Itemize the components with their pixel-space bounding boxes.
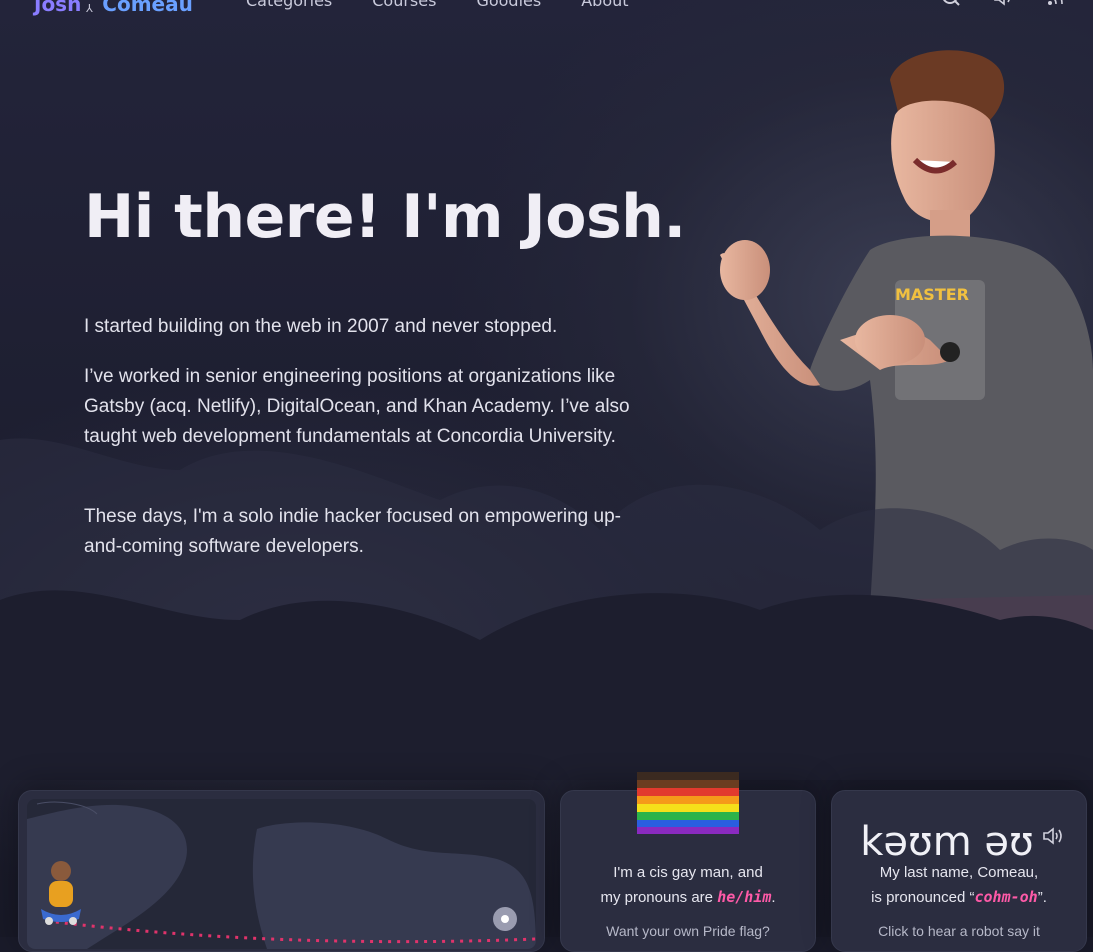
pride-text: I'm a cis gay man, and my pronouns are h… [561,861,815,910]
logo-first-name: Josh [34,0,82,16]
site-logo[interactable]: Josh Comeau [34,0,193,16]
pronounce-suffix: ”. [1037,889,1047,906]
pride-line-1: I'm a cis gay man, and [613,864,763,881]
avatar-figure [41,861,81,925]
svg-text:MASTER: MASTER [895,285,969,304]
nav-goodies[interactable]: Goodies [476,0,541,10]
name-line-1: My last name, Comeau, [879,864,1039,881]
logo-last-name: Comeau [102,0,193,16]
search-icon[interactable] [941,0,961,8]
pronounce-prefix: is pronounced “ [871,889,975,906]
pronouns: he/him [717,888,772,906]
name-line-2: is pronounced “cohm-oh”. [832,885,1086,910]
pride-flag-icon [637,772,739,834]
speaker-icon[interactable] [1042,827,1064,845]
name-pronunciation-card[interactable]: kəʊm əʊ My last name, Comeau, is pronoun… [831,790,1087,952]
map-illustration [27,801,536,949]
world-map [27,799,536,949]
name-text: My last name, Comeau, is pronounced “coh… [832,861,1086,910]
intro-paragraph-2: I’ve worked in senior engineering positi… [84,366,630,447]
pronoun-suffix: . [771,889,776,906]
site-header: Josh Comeau ⅄ Categories Courses Goodies… [0,0,1093,16]
page-title: Hi there! I'm Josh. [84,182,686,252]
logo-cursor-icon: ⅄ [86,2,93,15]
main-nav: Categories Courses Goodies About [246,0,629,10]
nav-about[interactable]: About [581,0,628,10]
nav-courses[interactable]: Courses [372,0,436,10]
pride-line-2: my pronouns are he/him. [561,885,815,910]
sound-icon[interactable] [993,0,1015,8]
intro-paragraph-3: These days, I'm a solo indie hacker focu… [84,506,621,557]
location-map-card [18,790,545,952]
nav-categories[interactable]: Categories [246,0,332,10]
rss-icon[interactable] [1047,0,1065,8]
pronounced-as: cohm-oh [974,888,1038,906]
intro-paragraph-1: I started building on the web in 2007 an… [84,316,558,337]
ipa-pronunciation: kəʊm əʊ [860,819,1034,865]
pronoun-prefix: my pronouns are [600,889,718,906]
header-actions [941,0,1065,8]
